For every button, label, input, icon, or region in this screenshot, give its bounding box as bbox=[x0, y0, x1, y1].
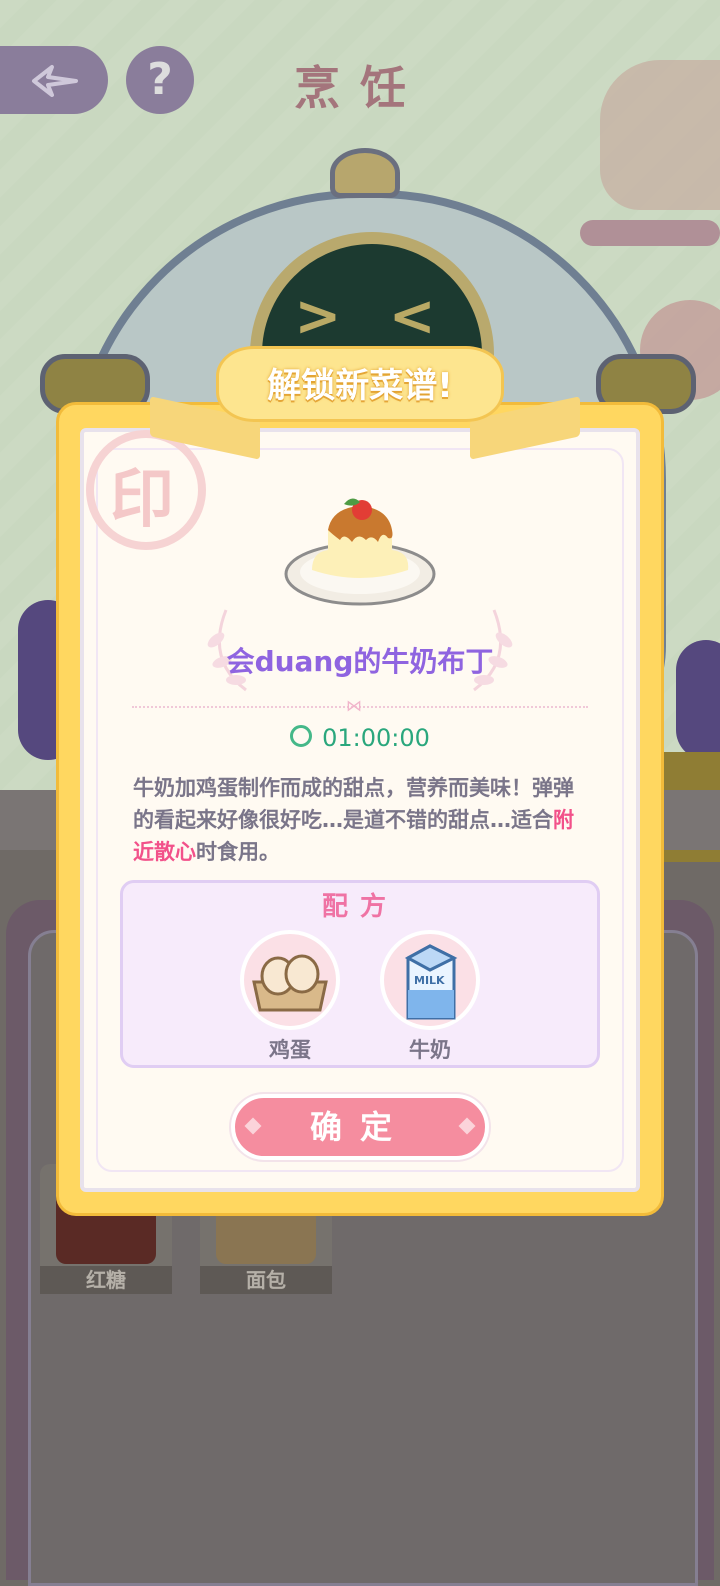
dialog-title: 解锁新菜谱! bbox=[267, 366, 453, 406]
robot-eyes: > < bbox=[294, 284, 450, 349]
egg-carton-icon bbox=[240, 930, 340, 1030]
robot-side-right bbox=[676, 640, 720, 760]
recipe-title: 配方 bbox=[321, 892, 398, 922]
diamond-icon bbox=[458, 1117, 476, 1135]
inventory-item-label: 红糖 bbox=[40, 1266, 172, 1294]
shelf-decoration bbox=[580, 220, 720, 246]
ingredient-name: 牛奶 bbox=[409, 1038, 451, 1062]
dish-description: 牛奶加鸡蛋制作而成的甜点，营养而美味！弹弹的看起来好像很好吃…是道不错的甜点…适… bbox=[133, 772, 589, 868]
clock-icon bbox=[290, 725, 313, 747]
stamp-glyph: 印 bbox=[110, 463, 174, 537]
robot-knob bbox=[330, 148, 400, 198]
bow-icon: ⋈ bbox=[346, 696, 362, 715]
diamond-icon bbox=[244, 1117, 262, 1135]
cook-time-value: 01:00:00 bbox=[322, 724, 430, 752]
inventory-item-label: 面包 bbox=[200, 1266, 332, 1294]
description-text-end: 时食用。 bbox=[196, 840, 280, 864]
milk-carton-label: MILK bbox=[414, 974, 445, 987]
page-title: 烹饪 bbox=[294, 61, 426, 115]
ingredient-item[interactable]: 鸡蛋 bbox=[240, 930, 340, 1064]
milk-carton-icon: MILK bbox=[380, 930, 480, 1030]
cutlery-stamp-icon: 印 bbox=[86, 430, 206, 550]
confirm-button-label: 确定 bbox=[309, 1108, 410, 1146]
description-text: 牛奶加鸡蛋制作而成的甜点，营养而美味！弹弹的看起来好像很好吃…是道不错的甜点…适… bbox=[133, 776, 574, 832]
confirm-button[interactable]: 确定 bbox=[231, 1094, 489, 1160]
ingredient-item[interactable]: MILK 牛奶 bbox=[380, 930, 480, 1064]
milk-pudding-icon bbox=[284, 498, 436, 606]
cook-time: 01:00:00 bbox=[80, 724, 640, 752]
ingredient-name: 鸡蛋 bbox=[269, 1038, 311, 1062]
dish-name: 会duang的牛奶布丁 bbox=[226, 645, 494, 678]
